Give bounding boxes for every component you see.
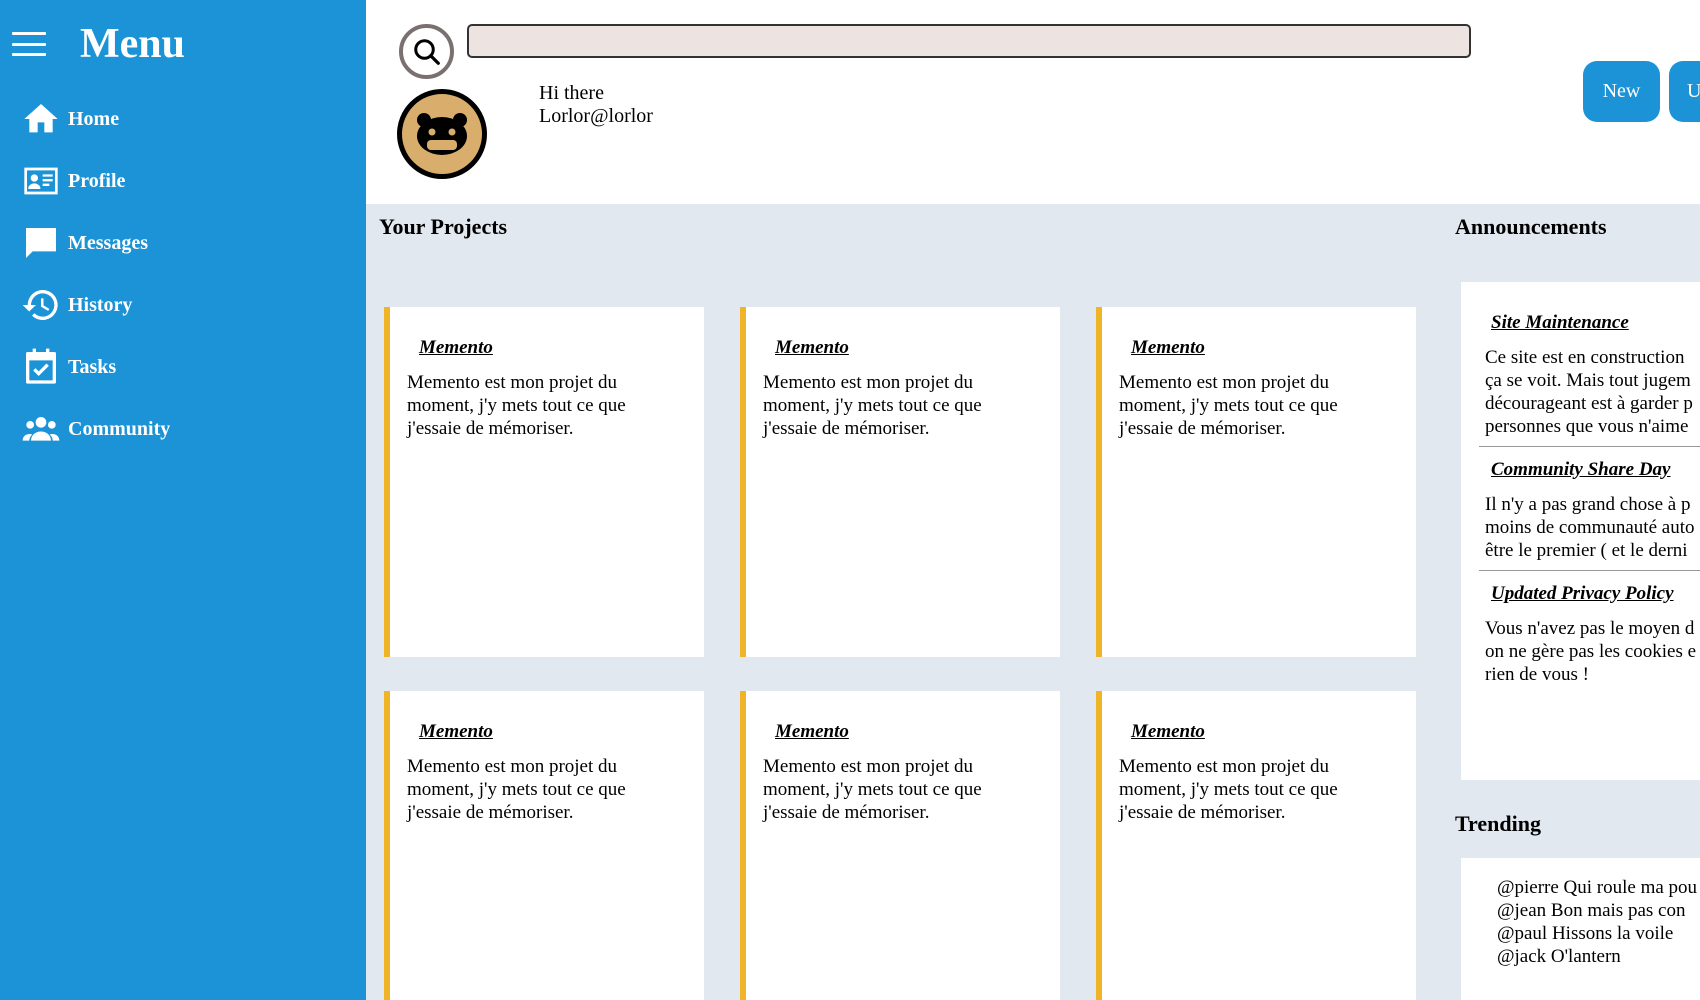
menu-title: Menu <box>80 21 185 67</box>
announcement-line: décourageant est à garder p <box>1485 393 1693 414</box>
project-title-link[interactable]: Memento <box>419 721 704 743</box>
project-description: Memento est mon projet du moment, j'y me… <box>407 372 626 439</box>
user-email: Lorlor@lorlor <box>539 105 653 127</box>
project-title-link[interactable]: Memento <box>775 721 1060 743</box>
sidebar-item-profile[interactable]: Profile <box>18 150 348 212</box>
pig-face-icon <box>417 113 467 155</box>
sidebar-item-label: History <box>68 293 133 316</box>
announcement-title-link[interactable]: Updated Privacy Policy <box>1491 583 1700 605</box>
sidebar-item-community[interactable]: Community <box>18 398 348 460</box>
project-card[interactable]: Memento Memento est mon projet du moment… <box>740 691 1060 1000</box>
sidebar-item-label: Tasks <box>68 355 117 378</box>
people-icon <box>18 406 64 452</box>
announcement-item: Site Maintenance Ce site est en construc… <box>1461 282 1700 447</box>
project-description: Memento est mon projet du moment, j'y me… <box>1119 756 1338 823</box>
project-card[interactable]: Memento Memento est mon projet du moment… <box>1096 307 1416 657</box>
announcement-line: rien de vous ! <box>1485 664 1589 685</box>
project-card[interactable]: Memento Memento est mon projet du moment… <box>384 307 704 657</box>
announcements-panel: Site Maintenance Ce site est en construc… <box>1461 282 1700 780</box>
menu-header: Menu <box>12 14 185 74</box>
greeting: Hi there Lorlor@lorlor <box>539 82 653 128</box>
sidebar-item-history[interactable]: History <box>18 274 348 336</box>
announcement-line: personnes que vous n'aime <box>1485 416 1689 437</box>
new-button[interactable]: New <box>1583 61 1660 122</box>
secondary-header-button[interactable]: U <box>1669 61 1700 122</box>
project-title-link[interactable]: Memento <box>419 337 704 359</box>
main-content: Your Projects Memento Memento est mon pr… <box>366 204 1700 1000</box>
project-description: Memento est mon projet du moment, j'y me… <box>407 756 626 823</box>
trending-item[interactable]: @jean Bon mais pas con <box>1497 899 1700 922</box>
id-card-icon <box>18 158 64 204</box>
home-icon <box>18 96 64 142</box>
trending-item[interactable]: @jack O'lantern <box>1497 945 1700 968</box>
announcement-line: on ne gère pas les cookies e <box>1485 641 1697 662</box>
history-icon <box>18 282 64 328</box>
sidebar-item-tasks[interactable]: Tasks <box>18 336 348 398</box>
project-card[interactable]: Memento Memento est mon projet du moment… <box>1096 691 1416 1000</box>
chat-bubble-icon <box>18 220 64 266</box>
announcement-line: moins de communauté auto <box>1485 517 1695 538</box>
project-card[interactable]: Memento Memento est mon projet du moment… <box>384 691 704 1000</box>
project-description: Memento est mon projet du moment, j'y me… <box>1119 372 1338 439</box>
sidebar-item-label: Profile <box>68 169 126 192</box>
sidebar-item-label: Community <box>68 417 171 440</box>
avatar <box>397 89 487 179</box>
announcement-title-link[interactable]: Site Maintenance <box>1491 312 1700 334</box>
search-input[interactable] <box>467 24 1471 58</box>
announcements-title: Announcements <box>1455 214 1607 239</box>
announcement-text: Ce site est en construction ça se voit. … <box>1485 346 1700 438</box>
project-card[interactable]: Memento Memento est mon projet du moment… <box>740 307 1060 657</box>
project-title-link[interactable]: Memento <box>775 337 1060 359</box>
announcement-item: Community Share Day Il n'y a pas grand c… <box>1461 447 1700 571</box>
search-button[interactable] <box>399 24 454 79</box>
project-description: Memento est mon projet du moment, j'y me… <box>763 756 982 823</box>
announcement-text: Il n'y a pas grand chose à p moins de co… <box>1485 493 1700 562</box>
sidebar: Menu Home Profile Messages History Tasks… <box>0 0 366 1000</box>
project-title-link[interactable]: Memento <box>1131 721 1416 743</box>
trending-item[interactable]: @paul Hissons la voile <box>1497 922 1700 945</box>
announcement-line: ça se voit. Mais tout jugem <box>1485 370 1691 391</box>
projects-title: Your Projects <box>379 214 508 239</box>
calendar-check-icon <box>18 344 64 390</box>
announcement-line: Ce site est en construction <box>1485 347 1685 368</box>
sidebar-nav: Home Profile Messages History Tasks Comm… <box>18 88 348 460</box>
sidebar-item-label: Home <box>68 107 120 130</box>
project-description: Memento est mon projet du moment, j'y me… <box>763 372 982 439</box>
announcement-line: Vous n'avez pas le moyen d <box>1485 618 1695 639</box>
announcement-title-link[interactable]: Community Share Day <box>1491 459 1700 481</box>
announcement-text: Vous n'avez pas le moyen d on ne gère pa… <box>1485 617 1700 686</box>
trending-panel: @pierre Qui roule ma pou @jean Bon mais … <box>1461 858 1700 1000</box>
announcement-line: Il n'y a pas grand chose à p <box>1485 494 1691 515</box>
search-icon <box>413 38 440 65</box>
trending-item[interactable]: @pierre Qui roule ma pou <box>1497 876 1700 899</box>
project-title-link[interactable]: Memento <box>1131 337 1416 359</box>
greeting-text: Hi there <box>539 82 604 104</box>
trending-title: Trending <box>1455 811 1541 836</box>
announcement-line: être le premier ( et le derni <box>1485 540 1688 561</box>
sidebar-item-home[interactable]: Home <box>18 88 348 150</box>
sidebar-item-label: Messages <box>68 231 148 254</box>
sidebar-item-messages[interactable]: Messages <box>18 212 348 274</box>
hamburger-menu-icon[interactable] <box>12 32 46 56</box>
announcement-item: Updated Privacy Policy Vous n'avez pas l… <box>1461 571 1700 686</box>
